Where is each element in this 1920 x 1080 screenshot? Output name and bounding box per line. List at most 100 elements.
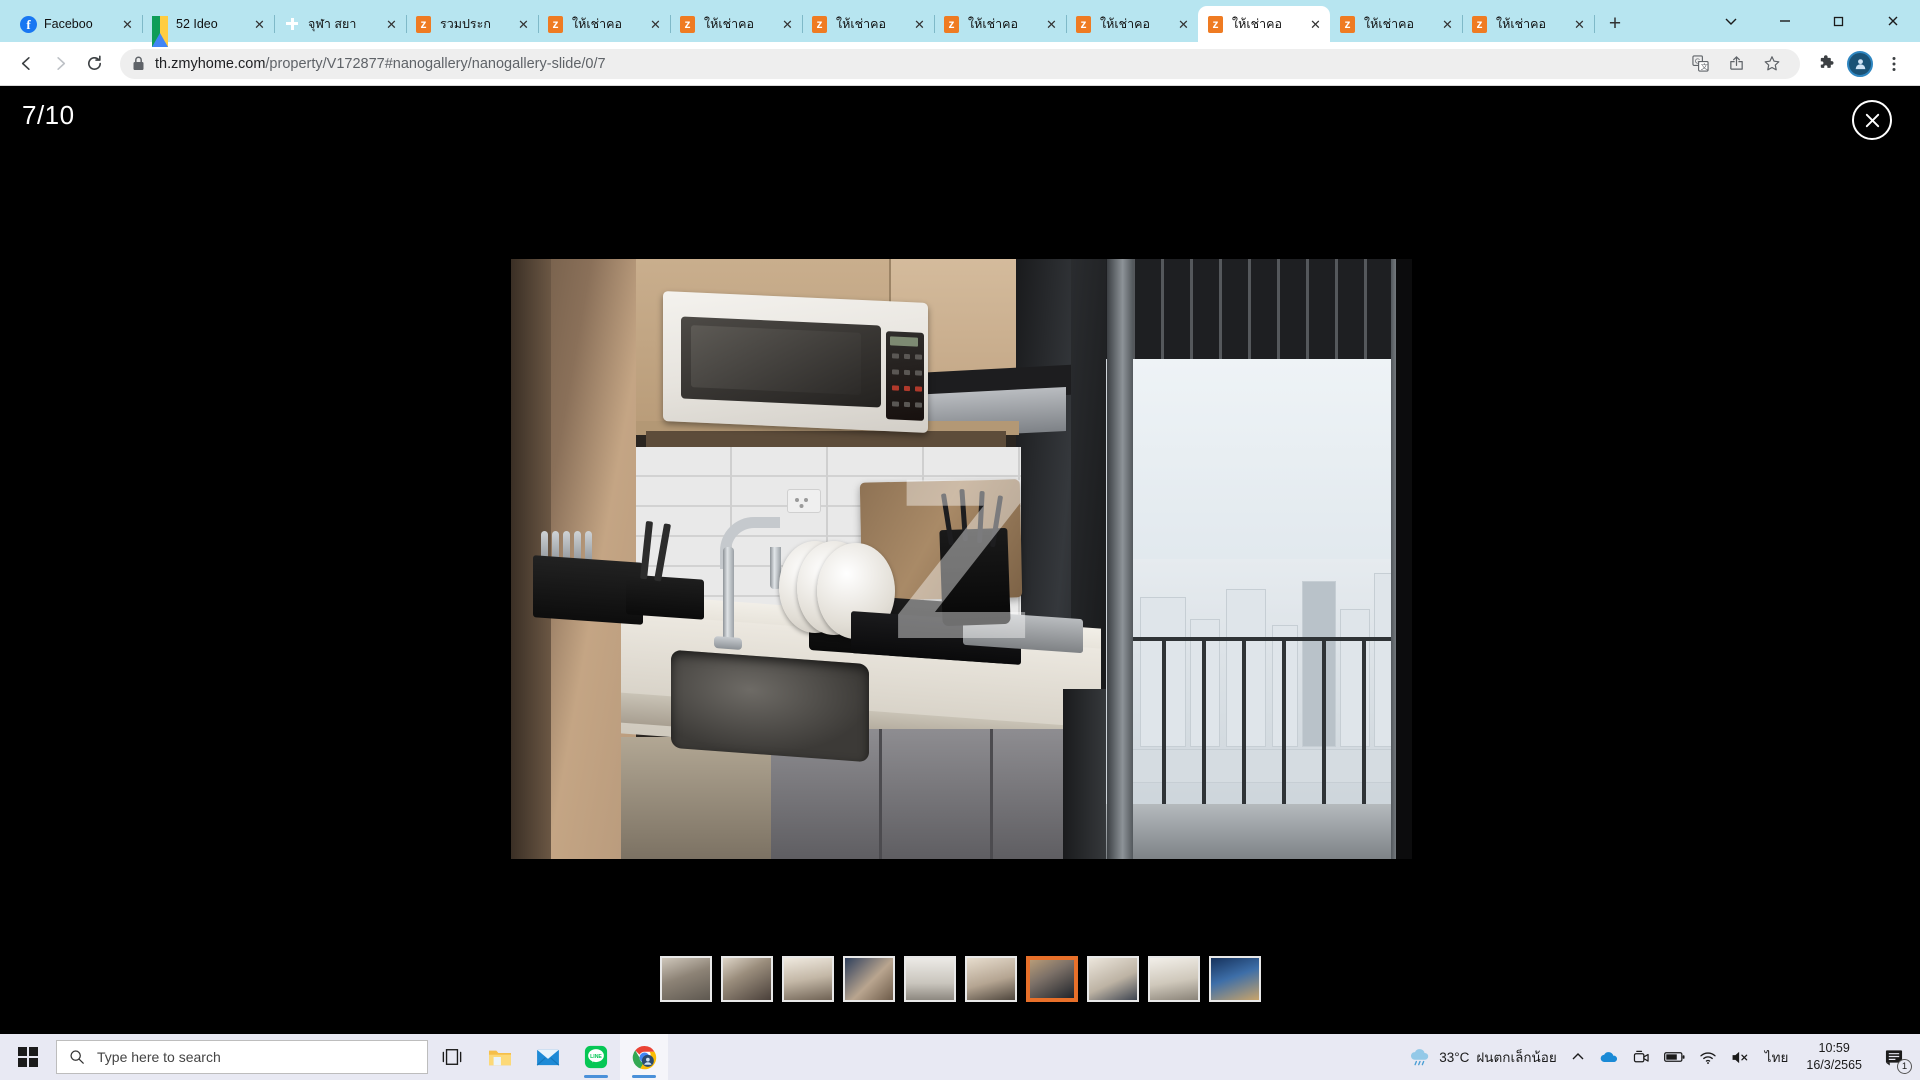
lock-icon	[132, 56, 145, 71]
tab-close-button[interactable]: ✕	[779, 16, 796, 33]
task-view-icon[interactable]	[428, 1034, 476, 1080]
clock-time: 10:59	[1818, 1041, 1850, 1056]
thumbnail-item[interactable]	[1208, 956, 1261, 1002]
weather-widget[interactable]: 33°C ฝนตกเล็กน้อย	[1402, 1034, 1563, 1080]
onedrive-icon[interactable]	[1593, 1034, 1625, 1080]
tab-search-chevron-down-icon[interactable]	[1704, 0, 1758, 42]
close-lightbox-button[interactable]	[1852, 100, 1892, 140]
rain-cloud-icon	[1408, 1047, 1432, 1067]
tab-close-button[interactable]: ✕	[1175, 16, 1192, 33]
thumbnail-item[interactable]	[720, 956, 773, 1002]
thumbnail-item[interactable]	[1147, 956, 1200, 1002]
tab-title: ให้เช่าคอ	[1100, 16, 1150, 31]
browser-tab[interactable]: z ให้เช่าคอ ✕	[934, 6, 1067, 42]
notification-center-button[interactable]: 1	[1874, 1034, 1914, 1080]
tab-close-button[interactable]: ✕	[1307, 16, 1324, 33]
battery-icon[interactable]	[1658, 1034, 1691, 1080]
browser-tab[interactable]: z ให้เช่าคอ ✕	[802, 6, 935, 42]
maximize-icon[interactable]	[1812, 0, 1866, 42]
new-tab-button[interactable]: +	[1600, 9, 1630, 39]
wifi-icon[interactable]	[1693, 1034, 1723, 1080]
main-slide-image[interactable]: Z	[511, 259, 1412, 859]
chrome-browser-window: f Faceboo ✕ 52 Ideo ✕ จุฬา สยา ✕ z รวมปร…	[0, 0, 1920, 1080]
browser-tab[interactable]: 52 Ideo ✕	[142, 6, 275, 47]
tab-title: จุฬา สยา	[308, 16, 357, 31]
thumbnail-item[interactable]	[1086, 956, 1139, 1002]
tab-close-button[interactable]: ✕	[1439, 16, 1456, 33]
tab-close-button[interactable]: ✕	[383, 16, 400, 33]
weather-description-text: ฝนตกเล็กน้อย	[1476, 1050, 1557, 1065]
thumbnail-item[interactable]	[781, 956, 834, 1002]
volume-muted-icon[interactable]	[1725, 1034, 1757, 1080]
browser-tab[interactable]: z ให้เช่าคอ ✕	[538, 6, 671, 42]
tab-title: ให้เช่าคอ	[1232, 16, 1282, 31]
extensions-puzzle-icon[interactable]	[1810, 48, 1842, 80]
tab-title: 52 Ideo	[176, 16, 218, 31]
tab-title: รวมประก	[440, 16, 491, 31]
tab-close-button[interactable]: ✕	[119, 16, 136, 33]
browser-tab[interactable]: z ให้เช่าคอ ✕	[1066, 6, 1199, 42]
translate-icon[interactable]: G 文	[1684, 48, 1716, 80]
mail-icon[interactable]	[524, 1034, 572, 1080]
line-icon[interactable]: LINE	[572, 1034, 620, 1080]
tab-title: ให้เช่าคอ	[1496, 16, 1546, 31]
tab-title: ให้เช่าคอ	[1364, 16, 1414, 31]
close-window-icon[interactable]	[1866, 0, 1920, 42]
share-icon[interactable]	[1720, 48, 1752, 80]
thumbnail-item-active[interactable]	[1025, 956, 1078, 1002]
tab-title: Faceboo	[44, 16, 93, 31]
tab-strip: f Faceboo ✕ 52 Ideo ✕ จุฬา สยา ✕ z รวมปร…	[0, 0, 1920, 47]
chrome-menu-icon[interactable]	[1878, 48, 1910, 80]
forward-icon[interactable]	[44, 48, 76, 80]
zmyhome-icon: z	[416, 15, 433, 33]
thumbnail-item[interactable]	[659, 956, 712, 1002]
language-indicator[interactable]: ไทย	[1759, 1034, 1795, 1080]
browser-tab[interactable]: f Faceboo ✕	[10, 6, 143, 42]
search-icon	[69, 1049, 85, 1065]
browser-tab[interactable]: จุฬา สยา ✕	[274, 6, 407, 42]
facebook-icon: f	[20, 15, 37, 33]
zmyhome-icon: z	[944, 15, 961, 33]
browser-tab[interactable]: z ให้เช่าคอ ✕	[1330, 6, 1463, 42]
file-explorer-icon[interactable]	[476, 1034, 524, 1080]
tab-close-button[interactable]: ✕	[647, 16, 664, 33]
chrome-icon[interactable]	[620, 1034, 668, 1080]
zmyhome-icon: z	[812, 15, 829, 33]
reload-icon[interactable]	[78, 48, 110, 80]
thumbnail-item[interactable]	[842, 956, 895, 1002]
temperature-text: 33°C	[1439, 1049, 1470, 1065]
browser-tab[interactable]: z รวมประก ✕	[406, 6, 539, 42]
tab-close-button[interactable]: ✕	[515, 16, 532, 33]
browser-tab-active[interactable]: z ให้เช่าคอ ✕	[1198, 6, 1330, 42]
bookmark-star-icon[interactable]	[1756, 48, 1788, 80]
address-bar[interactable]: th.zmyhome.com/property/V172877#nanogall…	[120, 48, 1800, 80]
search-placeholder-text: Type here to search	[97, 1049, 221, 1065]
tab-close-button[interactable]: ✕	[1043, 16, 1060, 33]
minimize-icon[interactable]	[1758, 0, 1812, 42]
tab-title: ให้เช่าคอ	[572, 16, 622, 31]
zmyhome-icon: z	[1208, 15, 1225, 33]
start-button[interactable]	[0, 1034, 56, 1080]
camera-icon[interactable]	[1627, 1034, 1656, 1080]
system-tray: 33°C ฝนตกเล็กน้อย ไทย 10:59 16/3/2565 1	[1402, 1034, 1920, 1080]
clock-widget[interactable]: 10:59 16/3/2565	[1796, 1034, 1872, 1080]
tab-close-button[interactable]: ✕	[911, 16, 928, 33]
url-domain: th.zmyhome.com	[155, 55, 266, 72]
back-icon[interactable]	[10, 48, 42, 80]
omnibox-action-icons: G 文	[1684, 48, 1788, 80]
tray-overflow-chevron-up-icon[interactable]	[1565, 1034, 1591, 1080]
browser-tab[interactable]: z ให้เช่าคอ ✕	[670, 6, 803, 42]
tab-title: ให้เช่าคอ	[704, 16, 754, 31]
tab-close-button[interactable]: ✕	[1571, 16, 1588, 33]
tab-close-button[interactable]: ✕	[251, 16, 268, 33]
browser-tab[interactable]: z ให้เช่าคอ ✕	[1462, 6, 1595, 42]
thumbnail-item[interactable]	[964, 956, 1017, 1002]
profile-avatar[interactable]	[1844, 48, 1876, 80]
taskbar-search-input[interactable]: Type here to search	[56, 1040, 428, 1074]
windows-logo-icon	[18, 1047, 38, 1067]
green-cross-icon	[284, 16, 301, 33]
thumbnail-item[interactable]	[903, 956, 956, 1002]
slide-counter: 7/10	[22, 100, 75, 130]
thumbnail-strip	[0, 956, 1920, 1002]
google-drive-icon	[152, 15, 169, 47]
